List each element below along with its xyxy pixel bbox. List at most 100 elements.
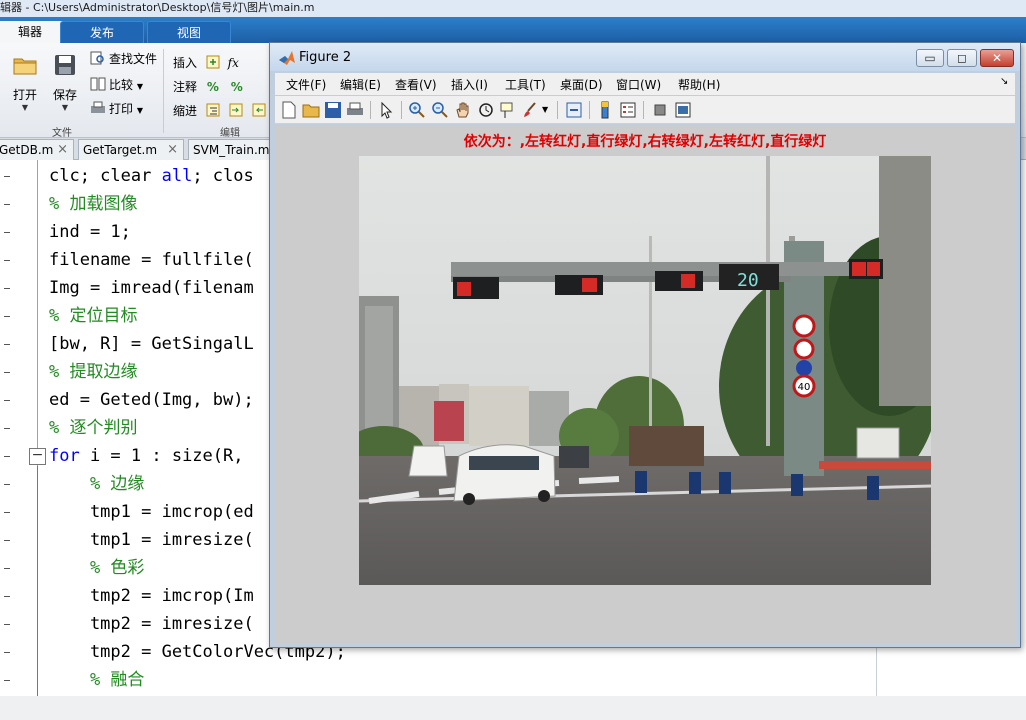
insert-label: 插入 [173, 56, 198, 70]
zoom-in-icon[interactable] [408, 101, 426, 119]
save-figure-icon[interactable] [324, 101, 342, 119]
indent-button[interactable]: 缩进 [173, 101, 270, 121]
figure-title-bar[interactable]: Figure 2 ▭ ◻ ✕ [270, 43, 1020, 71]
maximize-button[interactable]: ◻ [947, 49, 977, 67]
arrow-pointer-icon[interactable] [378, 101, 396, 119]
line-marker [4, 512, 10, 513]
line-marker [4, 652, 10, 653]
line-marker [4, 568, 10, 569]
menu-file[interactable]: 文件(F) [286, 76, 326, 93]
menu-window[interactable]: 窗口(W) [616, 76, 661, 93]
file-tab-gettarget[interactable]: GetTarget.m × [78, 139, 184, 160]
insert-button[interactable]: 插入 fx [173, 53, 239, 73]
menu-desktop[interactable]: 桌面(D) [560, 76, 603, 93]
find-files-label: 查找文件 [109, 52, 158, 66]
chevron-down-icon[interactable]: ▼ [542, 105, 548, 114]
code-text: ed = Geted(Img, bw); [49, 390, 254, 410]
code-line[interactable]: % 色彩 [49, 554, 144, 582]
line-marker [4, 596, 10, 597]
code-comment: % 提取边缘 [49, 362, 138, 382]
line-marker [4, 288, 10, 289]
code-line[interactable]: ed = Geted(Img, bw); [49, 386, 254, 414]
line-marker [4, 372, 10, 373]
rotate-3d-icon[interactable] [477, 101, 495, 119]
outdent-icon[interactable] [251, 102, 267, 118]
minimize-button[interactable]: ▭ [916, 49, 944, 67]
close-button[interactable]: ✕ [980, 49, 1014, 67]
code-line[interactable]: for i = 1 : size(R, [49, 442, 243, 470]
code-line[interactable]: filename = fullfile( [49, 246, 254, 274]
compare-button[interactable]: 比较 ▼ [90, 75, 143, 95]
line-marker [4, 176, 10, 177]
tab-publish[interactable]: 发布 [60, 21, 144, 43]
print-button[interactable]: 打印 ▼ [90, 99, 143, 119]
menu-edit[interactable]: 编辑(E) [340, 76, 381, 93]
chevron-down-icon: ▼ [21, 103, 29, 112]
colorbar-icon[interactable] [596, 101, 614, 119]
menu-tools[interactable]: 工具(T) [505, 76, 546, 93]
code-line[interactable]: tmp2 = imcrop(Im [49, 582, 254, 610]
hide-plot-tools-icon[interactable] [651, 101, 669, 119]
open-button[interactable]: 打开 ▼ [8, 53, 42, 112]
save-button[interactable]: 保存 ▼ [48, 53, 82, 112]
line-marker [4, 232, 10, 233]
figure-canvas[interactable]: 依次为：,左转红灯,直行绿灯,右转绿灯,左转红灯,直行绿灯 40 20 [275, 125, 1015, 643]
menu-view[interactable]: 查看(V) [395, 76, 437, 93]
fold-guide [37, 466, 38, 696]
line-gutter [0, 160, 38, 696]
figure-menu-bar: 文件(F) 编辑(E) 查看(V) 插入(I) 工具(T) 桌面(D) 窗口(W… [275, 73, 1015, 95]
toolbar-separator [401, 101, 402, 119]
link-plot-icon[interactable] [565, 101, 583, 119]
code-line[interactable]: [bw, R] = GetSingalL [49, 330, 254, 358]
percent-comment-icon[interactable]: % [207, 80, 219, 94]
file-tab-getdb[interactable]: GetDB.m × [0, 139, 74, 160]
code-line[interactable]: % 逐个判别 [49, 414, 137, 442]
code-text: ind = 1; [49, 222, 131, 242]
comment-button[interactable]: 注释 % % [173, 77, 243, 97]
code-line[interactable]: tmp1 = imresize( [49, 526, 254, 554]
find-files-button[interactable]: 查找文件 [90, 49, 157, 69]
line-marker [4, 680, 10, 681]
matlab-logo-icon [279, 51, 295, 65]
indent-icon[interactable] [228, 102, 244, 118]
code-line[interactable]: ind = 1; [49, 218, 131, 246]
pan-hand-icon[interactable] [454, 101, 472, 119]
printer-icon [91, 101, 105, 113]
code-text: tmp1 = imcrop(ed [49, 502, 254, 522]
figure-title: Figure 2 [299, 50, 352, 65]
traffic-light-photo: 40 20 [359, 156, 931, 585]
close-icon[interactable]: × [167, 140, 178, 160]
new-figure-icon[interactable] [280, 101, 298, 119]
figure-window[interactable]: Figure 2 ▭ ◻ ✕ 文件(F) 编辑(E) 查看(V) 插入(I) 工… [269, 42, 1021, 648]
tab-view[interactable]: 视图 [147, 21, 231, 43]
print-figure-icon[interactable] [346, 101, 364, 119]
code-line[interactable]: % 定位目标 [49, 302, 137, 330]
fold-toggle-icon[interactable]: − [29, 448, 46, 465]
brush-icon[interactable] [521, 101, 539, 119]
code-text: clc; clear [49, 166, 162, 186]
data-cursor-icon[interactable] [499, 101, 517, 119]
compare-label: 比较 [109, 78, 134, 92]
menu-help[interactable]: 帮助(H) [678, 76, 720, 93]
uncomment-icon[interactable]: % [231, 80, 243, 94]
code-line[interactable]: Img = imread(filenam [49, 274, 254, 302]
code-line[interactable]: % 边缘 [49, 470, 144, 498]
fx-icon[interactable]: fx [228, 56, 239, 70]
code-line[interactable]: clc; clear all; clos [49, 162, 254, 190]
menu-dock-arrow-icon[interactable]: ↘ [1000, 76, 1008, 87]
show-plot-tools-icon[interactable] [674, 101, 692, 119]
zoom-out-icon[interactable] [431, 101, 449, 119]
code-line[interactable]: % 融合 [49, 666, 144, 694]
floppy-icon [55, 55, 75, 75]
menu-insert[interactable]: 插入(I) [451, 76, 488, 93]
code-line[interactable]: tmp1 = imcrop(ed [49, 498, 254, 526]
code-line[interactable]: % 加载图像 [49, 190, 137, 218]
code-line[interactable]: % 提取边缘 [49, 358, 137, 386]
close-icon[interactable]: × [57, 140, 68, 160]
legend-icon[interactable] [619, 101, 637, 119]
folder-icon [13, 58, 37, 75]
line-marker [4, 400, 10, 401]
code-text: Img = imread(filenam [49, 278, 254, 298]
open-file-icon[interactable] [302, 101, 320, 119]
code-line[interactable]: tmp2 = imresize( [49, 610, 254, 638]
